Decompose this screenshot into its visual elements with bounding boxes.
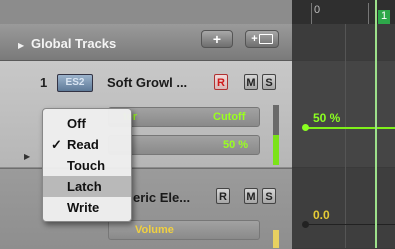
plus-folder-icon: + bbox=[251, 33, 273, 45]
menu-item-latch[interactable]: Latch bbox=[43, 176, 131, 197]
playhead[interactable] bbox=[375, 0, 377, 248]
mute-button[interactable]: M bbox=[244, 188, 258, 204]
instrument-icon[interactable]: ES2 bbox=[57, 74, 93, 92]
grid-line bbox=[345, 24, 346, 248]
solo-button[interactable]: S bbox=[262, 188, 276, 204]
menu-item-off[interactable]: Off bbox=[43, 113, 131, 134]
automation-mode-menu[interactable]: Off ✓ Read Touch Latch Write bbox=[42, 108, 132, 222]
global-tracks-label: Global Tracks bbox=[31, 36, 117, 51]
automation-param-label: Volume bbox=[135, 224, 174, 236]
menu-item-read[interactable]: ✓ Read bbox=[43, 134, 131, 155]
ruler-bar-number: 0 bbox=[314, 4, 321, 16]
mute-button[interactable]: M bbox=[244, 74, 258, 90]
record-enable-button[interactable]: R bbox=[214, 74, 228, 90]
menu-item-write[interactable]: Write bbox=[43, 197, 131, 218]
automation-lane-value: 50 % bbox=[313, 111, 341, 125]
add-track-button[interactable]: + bbox=[201, 30, 233, 48]
menu-item-touch[interactable]: Touch bbox=[43, 155, 131, 176]
track-number: 1 bbox=[40, 75, 48, 90]
ruler-bar-number: 1 bbox=[381, 10, 388, 22]
automation-target-label: Cutoff bbox=[213, 111, 246, 123]
automation-curve[interactable] bbox=[305, 127, 395, 129]
ruler-tick bbox=[311, 3, 312, 24]
ruler-tick bbox=[368, 3, 369, 24]
track-name[interactable]: Soft Growl ... bbox=[107, 75, 187, 90]
expand-lane-icon[interactable]: ▶ bbox=[24, 152, 30, 161]
disclosure-triangle-icon[interactable]: ▶ bbox=[18, 41, 24, 50]
automation-parameter-selector[interactable]: Volume bbox=[108, 220, 260, 240]
level-meter-fill bbox=[273, 230, 279, 248]
automation-lane-value: 0.0 bbox=[313, 208, 330, 222]
track-name[interactable]: eric Ele... bbox=[133, 190, 190, 205]
plus-icon: + bbox=[212, 31, 222, 47]
track-2-lane[interactable] bbox=[292, 168, 395, 248]
record-enable-button[interactable]: R bbox=[216, 188, 230, 204]
global-tracks-lane[interactable] bbox=[292, 24, 395, 60]
automation-node[interactable] bbox=[302, 221, 309, 228]
automation-curve[interactable] bbox=[305, 224, 395, 225]
add-folder-track-button[interactable]: + bbox=[245, 30, 279, 48]
solo-button[interactable]: S bbox=[262, 74, 276, 90]
automation-node[interactable] bbox=[302, 124, 309, 131]
automation-value: 50 % bbox=[223, 139, 249, 151]
track-1-lane[interactable] bbox=[292, 61, 395, 167]
level-meter-fill bbox=[273, 135, 279, 165]
checkmark-icon: ✓ bbox=[51, 137, 62, 152]
